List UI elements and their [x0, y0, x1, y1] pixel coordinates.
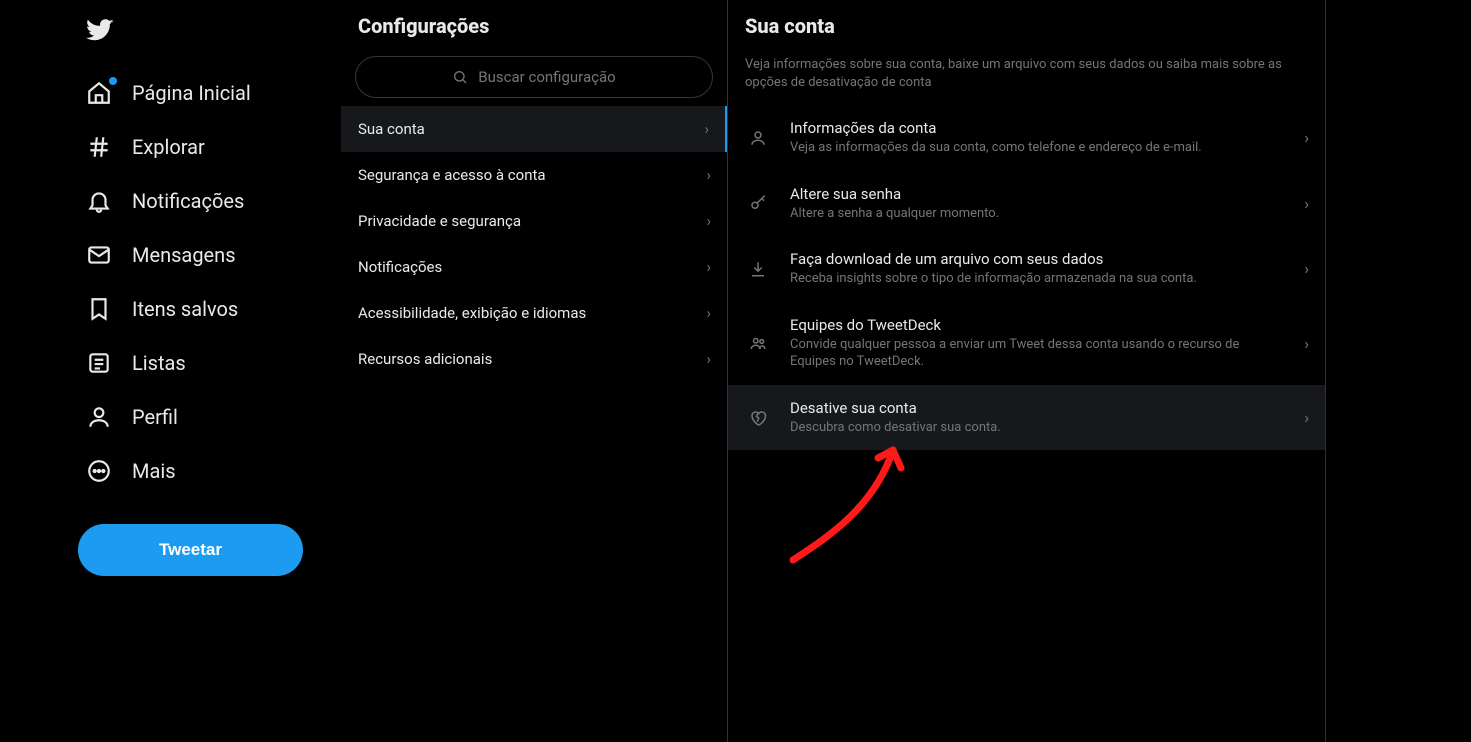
nav-messages[interactable]: Mensagens: [78, 228, 340, 282]
change-password-item[interactable]: Altere sua senha Altere a senha a qualqu…: [728, 171, 1325, 237]
settings-item-label: Privacidade e segurança: [358, 212, 521, 230]
account-item-title: Equipes do TweetDeck: [790, 316, 1282, 334]
settings-column: Configurações Buscar configuração Sua co…: [340, 0, 728, 742]
search-placeholder: Buscar configuração: [478, 68, 615, 86]
nav-profile[interactable]: Perfil: [78, 390, 340, 444]
twitter-bird-icon: [86, 16, 114, 44]
account-item-sub: Altere a senha a qualquer momento.: [790, 205, 1282, 223]
chevron-right-icon: ›: [706, 304, 711, 322]
chevron-right-icon: ›: [1304, 128, 1309, 147]
right-empty-area: [1326, 0, 1471, 742]
chevron-right-icon: ›: [1304, 334, 1309, 353]
account-item-title: Faça download de um arquivo com seus dad…: [790, 250, 1282, 268]
settings-item-label: Recursos adicionais: [358, 350, 492, 368]
chevron-right-icon: ›: [1304, 194, 1309, 213]
notification-dot: [109, 77, 117, 85]
twitter-logo[interactable]: [78, 8, 340, 66]
bell-icon: [86, 188, 112, 214]
hash-icon: [86, 134, 112, 160]
settings-item-privacy[interactable]: Privacidade e segurança ›: [341, 198, 727, 244]
account-title: Sua conta: [728, 0, 1325, 56]
settings-item-notifications[interactable]: Notificações ›: [341, 244, 727, 290]
nav-label: Listas: [132, 351, 186, 375]
deactivate-account-item[interactable]: Desative sua conta Descubra como desativ…: [728, 385, 1325, 451]
account-item-sub: Convide qualquer pessoa a enviar um Twee…: [790, 336, 1282, 371]
settings-search[interactable]: Buscar configuração: [355, 56, 713, 98]
person-icon: [748, 128, 768, 148]
settings-item-label: Acessibilidade, exibição e idiomas: [358, 304, 586, 322]
account-info-item[interactable]: Informações da conta Veja as informações…: [728, 105, 1325, 171]
nav-lists[interactable]: Listas: [78, 336, 340, 390]
chevron-right-icon: ›: [706, 258, 711, 276]
bookmark-icon: [86, 296, 112, 322]
nav-notifications[interactable]: Notificações: [78, 174, 340, 228]
account-item-sub: Receba insights sobre o tipo de informaç…: [790, 270, 1282, 288]
settings-item-label: Notificações: [358, 258, 442, 276]
primary-nav: Página Inicial Explorar Notificações Men…: [0, 0, 340, 742]
tweetdeck-teams-item[interactable]: Equipes do TweetDeck Convide qualquer pe…: [728, 302, 1325, 385]
nav-bookmarks[interactable]: Itens salvos: [78, 282, 340, 336]
nav-label: Notificações: [132, 189, 244, 213]
key-icon: [748, 193, 768, 213]
nav-label: Página Inicial: [132, 81, 251, 105]
heart-broken-icon: [748, 408, 768, 428]
settings-item-account[interactable]: Sua conta ›: [341, 106, 727, 152]
account-item-title: Desative sua conta: [790, 399, 1282, 417]
account-column: Sua conta Veja informações sobre sua con…: [728, 0, 1326, 742]
chevron-right-icon: ›: [1304, 408, 1309, 427]
search-icon: [452, 69, 468, 85]
chevron-right-icon: ›: [1304, 259, 1309, 278]
nav-label: Itens salvos: [132, 297, 238, 321]
chevron-right-icon: ›: [706, 350, 711, 368]
person-icon: [86, 404, 112, 430]
nav-home[interactable]: Página Inicial: [78, 66, 340, 120]
chevron-right-icon: ›: [704, 120, 709, 138]
nav-label: Mais: [132, 459, 176, 483]
list-icon: [86, 350, 112, 376]
nav-explore[interactable]: Explorar: [78, 120, 340, 174]
nav-label: Mensagens: [132, 243, 236, 267]
account-item-title: Informações da conta: [790, 119, 1282, 137]
settings-item-label: Sua conta: [358, 120, 425, 138]
more-icon: [86, 458, 112, 484]
tweet-button[interactable]: Tweetar: [78, 524, 303, 576]
settings-item-label: Segurança e acesso à conta: [358, 166, 546, 184]
team-icon: [748, 333, 768, 353]
envelope-icon: [86, 242, 112, 268]
settings-item-accessibility[interactable]: Acessibilidade, exibição e idiomas ›: [341, 290, 727, 336]
annotation-arrow: [783, 430, 913, 570]
chevron-right-icon: ›: [706, 212, 711, 230]
settings-title: Configurações: [341, 0, 727, 56]
chevron-right-icon: ›: [706, 166, 711, 184]
download-icon: [748, 259, 768, 279]
home-icon: [86, 80, 112, 106]
nav-label: Explorar: [132, 135, 205, 159]
settings-item-security[interactable]: Segurança e acesso à conta ›: [341, 152, 727, 198]
account-item-title: Altere sua senha: [790, 185, 1282, 203]
download-data-item[interactable]: Faça download de um arquivo com seus dad…: [728, 236, 1325, 302]
nav-more[interactable]: Mais: [78, 444, 340, 498]
account-item-sub: Veja as informações da sua conta, como t…: [790, 139, 1282, 157]
nav-label: Perfil: [132, 405, 178, 429]
account-item-sub: Descubra como desativar sua conta.: [790, 419, 1282, 437]
account-description: Veja informações sobre sua conta, baixe …: [728, 56, 1325, 105]
settings-item-additional[interactable]: Recursos adicionais ›: [341, 336, 727, 382]
